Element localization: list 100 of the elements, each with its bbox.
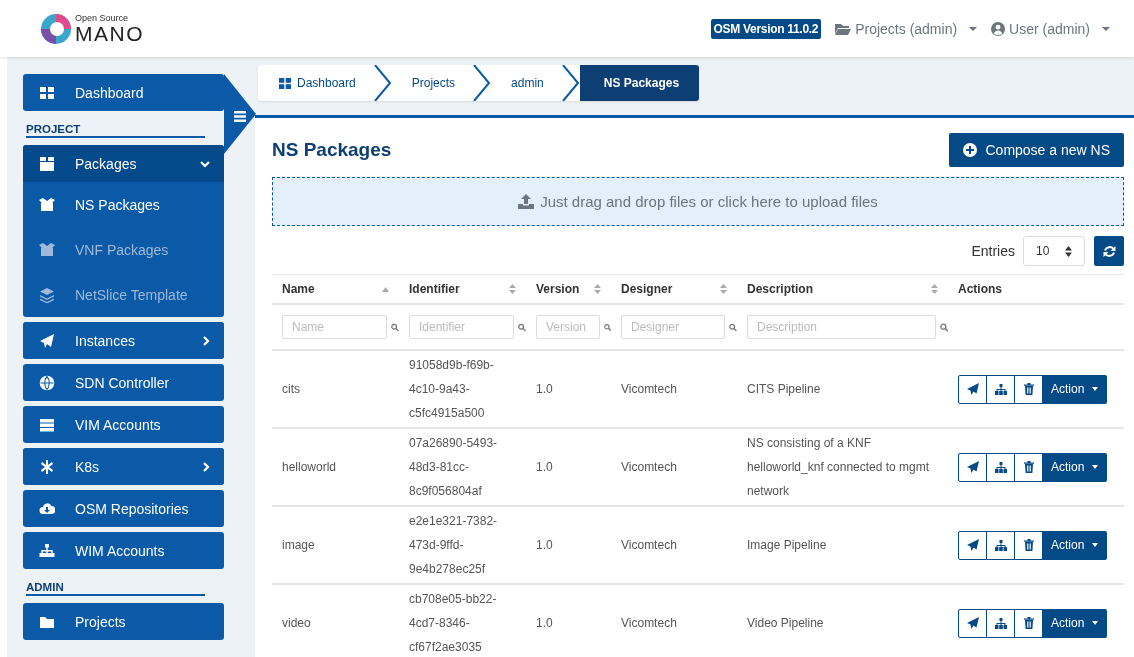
action-dropdown-button[interactable]: Action <box>1042 530 1108 560</box>
caret-icon <box>1102 26 1110 31</box>
submenu-item[interactable]: NS Packages <box>23 182 224 227</box>
trash-icon <box>1023 461 1034 473</box>
filter-field[interactable]: Description <box>747 315 936 339</box>
column-header[interactable]: Name <box>272 274 399 304</box>
upload-dropzone[interactable]: Just drag and drop files or click here to upload files <box>272 177 1124 226</box>
chevron-separator-icon <box>373 65 392 101</box>
globe-icon <box>39 374 55 391</box>
sidebar-item[interactable]: OSM Repositories <box>23 490 224 527</box>
chevron-right-icon <box>202 335 210 346</box>
refresh-icon <box>1102 244 1116 258</box>
sidebar-item[interactable]: SDN Controller <box>23 364 224 401</box>
sitemap-icon <box>994 383 1007 395</box>
user-menu[interactable]: User (admin) <box>991 20 1110 37</box>
action-dropdown-button[interactable]: Action <box>1042 374 1108 404</box>
sitemap-icon <box>994 617 1007 629</box>
instantiate-button[interactable] <box>958 452 987 482</box>
table-cell: helloworld <box>272 428 399 506</box>
table-cell: 1.0 <box>526 428 611 506</box>
delete-button[interactable] <box>1014 452 1043 482</box>
table-cell: image <box>272 506 399 584</box>
chevron-right-icon <box>202 461 210 472</box>
sitemap-icon <box>39 542 55 559</box>
chevron-separator-icon <box>561 65 580 101</box>
plus-circle-icon <box>963 143 978 157</box>
table-cell-text: NS consisting of a KNF helloworld_knf connected to mgmt network <box>747 435 931 500</box>
sidebar-item[interactable]: Packages <box>23 145 224 182</box>
delete-button[interactable] <box>1014 374 1043 404</box>
compose-button[interactable]: Compose a new NS <box>949 133 1124 167</box>
table-cell: video <box>272 584 399 657</box>
table-cell-text: Video Pipeline <box>747 615 825 632</box>
search-icon <box>391 322 399 332</box>
section-heading: PROJECT <box>26 123 205 138</box>
sort-icon <box>509 284 516 294</box>
box-icon <box>39 155 55 172</box>
projects-menu[interactable]: Projects (admin) <box>835 20 978 37</box>
instantiate-button[interactable] <box>958 608 987 638</box>
search-icon <box>729 322 737 332</box>
grid-icon <box>39 84 55 101</box>
entries-select[interactable]: 10 <box>1023 236 1085 266</box>
instantiate-button[interactable] <box>958 374 987 404</box>
action-dropdown-button[interactable]: Action <box>1042 452 1108 482</box>
paper-plane-icon <box>966 617 979 629</box>
entries-label: Entries <box>971 243 1015 259</box>
filter-field[interactable]: Identifier <box>409 315 515 339</box>
instantiate-button[interactable] <box>958 530 987 560</box>
sidebar-item[interactable]: VIM Accounts <box>23 406 224 443</box>
logo-icon <box>40 12 72 45</box>
sidebar-item[interactable]: WIM Accounts <box>23 532 224 569</box>
breadcrumb-item[interactable]: Dashboard <box>258 65 392 101</box>
column-header[interactable]: Actions <box>948 274 1124 304</box>
table-cell: 1.0 <box>526 506 611 584</box>
table-cell: Vicomtech <box>611 350 737 428</box>
paper-plane-icon <box>966 539 979 551</box>
user-icon <box>991 21 1006 36</box>
sidebar-item[interactable]: Instances <box>23 322 224 359</box>
page-title: NS Packages <box>272 139 392 161</box>
breadcrumb-item[interactable]: admin <box>491 65 580 101</box>
chevron-down-icon <box>200 159 210 168</box>
filter-field[interactable]: Designer <box>621 315 726 339</box>
column-header[interactable]: Designer <box>611 274 737 304</box>
breadcrumb-item[interactable]: Projects <box>391 65 492 101</box>
table-cell-text: 91058d9b-f69b-4c10-9a43-c5fc4915a500 <box>409 357 495 422</box>
trash-icon <box>1023 383 1034 395</box>
paper-plane-icon <box>966 383 979 395</box>
topology-button[interactable] <box>986 374 1015 404</box>
table-cell-text: CITS Pipeline <box>747 381 822 398</box>
server-icon <box>39 416 55 433</box>
delete-button[interactable] <box>1014 608 1043 638</box>
layers-icon <box>39 286 55 303</box>
search-icon <box>518 322 526 332</box>
topology-button[interactable] <box>986 608 1015 638</box>
breadcrumb-item[interactable]: NS Packages <box>579 65 700 101</box>
logo-subtitle: Open Source <box>75 13 130 23</box>
refresh-button[interactable] <box>1094 236 1124 266</box>
sidebar-item[interactable]: Dashboard <box>23 74 224 111</box>
table-cell: Vicomtech <box>611 506 737 584</box>
sort-icon <box>1065 245 1072 257</box>
trash-icon <box>1023 539 1034 551</box>
sidebar-item[interactable]: Projects <box>23 603 224 640</box>
table-cell-text: Image Pipeline <box>747 537 828 554</box>
table-cell: Vicomtech <box>611 428 737 506</box>
column-header[interactable]: Identifier <box>399 274 526 304</box>
sort-icon <box>720 284 727 294</box>
menu-icon <box>234 111 246 122</box>
delete-button[interactable] <box>1014 530 1043 560</box>
cloud-download-icon <box>39 500 55 517</box>
action-dropdown-button[interactable]: Action <box>1042 608 1108 638</box>
topology-button[interactable] <box>986 452 1015 482</box>
version-badge: OSM Version 11.0.2 <box>710 18 822 39</box>
filter-field[interactable]: Name <box>282 315 388 339</box>
filter-field[interactable]: Version <box>536 315 600 339</box>
sidebar-item[interactable]: K8s <box>23 448 224 485</box>
folder-icon <box>835 22 852 35</box>
topology-button[interactable] <box>986 530 1015 560</box>
column-header[interactable]: Description <box>737 274 948 304</box>
column-header[interactable]: Version <box>526 274 611 304</box>
asterisk-icon <box>39 458 55 475</box>
caret-icon <box>1092 543 1099 547</box>
